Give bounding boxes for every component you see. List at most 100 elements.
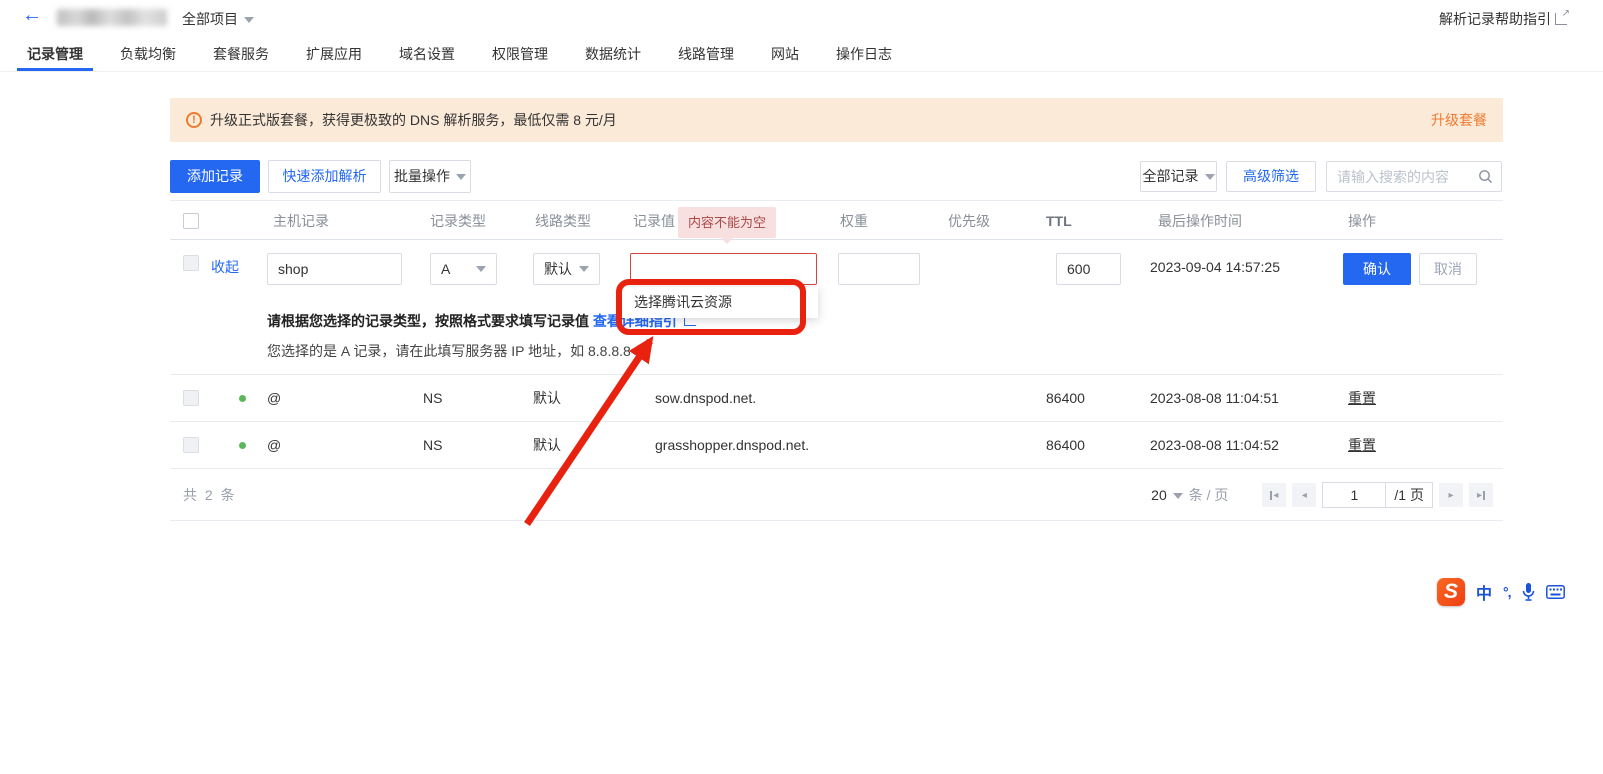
record-type-select[interactable]: A [430,253,497,285]
confirm-button[interactable]: 确认 [1343,253,1411,285]
tab-operation-log[interactable]: 操作日志 [826,40,902,71]
status-enabled-dot [239,442,246,449]
row-type: NS [423,375,442,422]
tencent-cloud-resource-option[interactable]: 选择腾讯云资源 [622,287,818,318]
tab-domain-settings[interactable]: 域名设置 [389,40,465,71]
tab-statistics[interactable]: 数据统计 [575,40,651,71]
column-actions: 操作 [1348,201,1376,241]
table-row: @ NS 默认 grasshopper.dnspod.net. 86400 20… [170,422,1503,469]
tab-plan-service[interactable]: 套餐服务 [203,40,279,71]
add-record-button[interactable]: 添加记录 [170,160,260,193]
row-checkbox [183,437,199,453]
ttl-input[interactable] [1056,253,1121,285]
row-host: @ [267,375,281,422]
row-value: sow.dnspod.net. [655,375,756,422]
total-count: 共 2 条 [183,469,237,521]
tab-line-management[interactable]: 线路管理 [668,40,744,71]
column-updated: 最后操作时间 [1158,201,1242,241]
search-input[interactable] [1335,168,1478,186]
tab-load-balancing[interactable]: 负载均衡 [110,40,186,71]
help-guide-label: 解析记录帮助指引 [1439,9,1551,29]
domain-name-redacted [57,9,167,26]
table-header-row: 主机记录 记录类型 线路类型 记录值 权重 优先级 TTL 最后操作时间 操作 [170,200,1503,240]
external-link-icon [1555,13,1567,25]
status-enabled-dot [239,395,246,402]
record-filter-label: 全部记录 [1143,168,1199,184]
column-type: 记录类型 [430,201,486,241]
tab-permissions[interactable]: 权限管理 [482,40,558,71]
row-line: 默认 [533,375,561,422]
first-page-icon [1270,491,1272,500]
batch-operation-label: 批量操作 [394,168,450,184]
validation-tooltip: 内容不能为空 [678,207,776,238]
banner-message: 升级正式版套餐，获得更极致的 DNS 解析服务，最低仅需 8 元/月 [210,110,617,130]
sogou-logo-icon[interactable]: S [1437,578,1465,606]
chevron-down-icon [244,17,254,23]
tab-bar: 记录管理 负载均衡 套餐服务 扩展应用 域名设置 权限管理 数据统计 线路管理 … [0,40,1603,72]
record-edit-row: 收起 A 默认 2023-09-04 14:57:25 确认 取消 [170,240,1503,295]
pagination: 20 条 / 页 ◂ ◂ /1 页 ▸ ▸ [1151,469,1493,521]
line-type-select[interactable]: 默认 [533,253,600,285]
search-box [1326,161,1502,192]
advanced-filter-button[interactable]: 高级筛选 [1226,161,1316,192]
column-value: 记录值 [633,201,675,241]
column-weight: 权重 [840,201,868,241]
upgrade-banner: ! 升级正式版套餐，获得更极致的 DNS 解析服务，最低仅需 8 元/月 升级套… [170,98,1503,142]
last-updated-time: 2023-09-04 14:57:25 [1150,240,1280,295]
row-ttl: 86400 [1046,422,1085,469]
first-page-button[interactable]: ◂ [1262,483,1286,507]
weight-input[interactable] [838,253,920,285]
next-page-button[interactable]: ▸ [1439,483,1463,507]
row-line: 默认 [533,422,561,469]
row-ttl: 86400 [1046,375,1085,422]
microphone-icon[interactable] [1522,583,1535,602]
record-value-input[interactable] [630,253,817,285]
upgrade-plan-link[interactable]: 升级套餐 [1431,110,1487,130]
column-ttl: TTL [1046,201,1072,241]
reset-link[interactable]: 重置 [1348,422,1376,469]
table-footer: 共 2 条 20 条 / 页 ◂ ◂ /1 页 ▸ ▸ [170,469,1503,521]
chevron-down-icon [579,266,589,272]
row-updated: 2023-08-08 11:04:52 [1150,422,1279,469]
tab-extensions[interactable]: 扩展应用 [296,40,372,71]
help-guide-link[interactable]: 解析记录帮助指引 [1439,9,1567,29]
ime-punctuation-toggle[interactable]: °, [1503,584,1511,600]
project-selector[interactable]: 全部项目 [182,9,254,29]
table-row: @ NS 默认 sow.dnspod.net. 86400 2023-08-08… [170,375,1503,422]
quick-add-button[interactable]: 快速添加解析 [268,160,381,193]
column-line: 线路类型 [535,201,591,241]
tab-website[interactable]: 网站 [761,40,809,71]
last-page-icon [1483,491,1485,500]
line-type-value: 默认 [544,254,572,284]
row-updated: 2023-08-08 11:04:51 [1150,375,1279,422]
row-checkbox [183,390,199,406]
reset-link[interactable]: 重置 [1348,375,1376,422]
keyboard-icon[interactable] [1546,585,1565,599]
chevron-down-icon [456,174,466,180]
chevron-down-icon [476,266,486,272]
last-page-button[interactable]: ▸ [1469,483,1493,507]
batch-operation-button[interactable]: 批量操作 [389,160,471,193]
dnspod-record-management-page: ← 全部项目 解析记录帮助指引 记录管理 负载均衡 套餐服务 扩展应用 域名设置… [0,0,1603,774]
page-number-input[interactable] [1322,482,1386,508]
total-pages-label: /1 页 [1386,482,1433,508]
host-record-input[interactable] [267,253,402,285]
row-type: NS [423,422,442,469]
select-all-checkbox[interactable] [183,213,199,229]
search-icon[interactable] [1478,169,1493,184]
record-value-help: 请根据您选择的记录类型，按照格式要求填写记录值 查看详细指引 您选择的是 A 记… [170,295,1503,375]
back-arrow-icon[interactable]: ← [22,4,42,27]
collapse-link[interactable]: 收起 [211,240,239,295]
row-host: @ [267,422,281,469]
column-priority: 优先级 [948,201,990,241]
page-size-select[interactable]: 20 [1151,487,1183,503]
help-detail-text: 您选择的是 A 记录，请在此填写服务器 IP 地址，如 8.8.8.8 [267,341,631,361]
tab-record-management[interactable]: 记录管理 [17,40,93,71]
ime-language-toggle[interactable]: 中 [1476,580,1492,604]
record-type-value: A [441,254,450,284]
column-host: 主机记录 [273,201,329,241]
cancel-button[interactable]: 取消 [1419,253,1477,285]
record-filter-dropdown[interactable]: 全部记录 [1140,161,1217,192]
ime-toolbar: S 中 °, [1437,578,1565,606]
prev-page-button[interactable]: ◂ [1292,483,1316,507]
